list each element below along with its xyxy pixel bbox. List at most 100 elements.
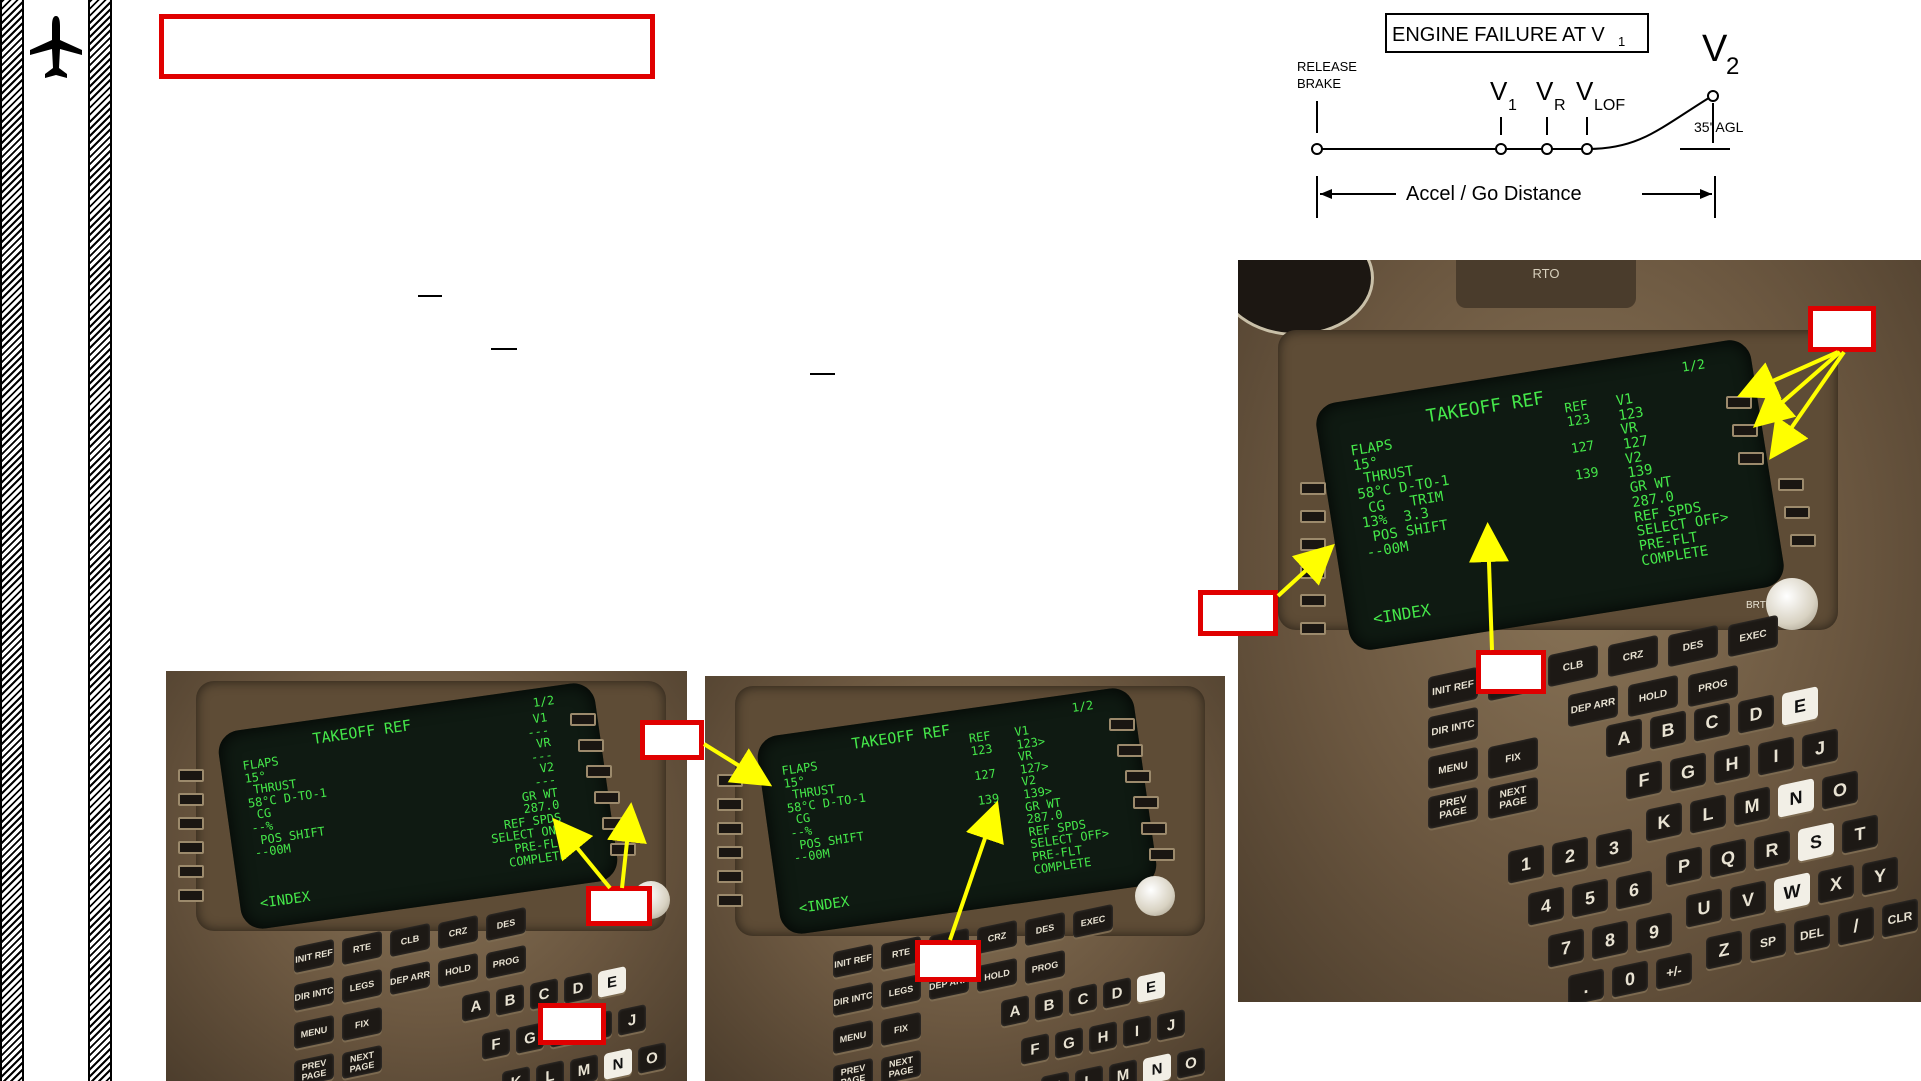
key-a[interactable]: A — [1606, 718, 1642, 758]
key-n[interactable]: N — [604, 1048, 632, 1080]
key-h[interactable]: H — [1714, 744, 1750, 784]
key-next-page[interactable]: NEXT PAGE — [1488, 776, 1538, 820]
key-prev-page[interactable]: PREV PAGE — [294, 1052, 334, 1081]
key-des[interactable]: DES — [1668, 624, 1718, 668]
key-n[interactable]: N — [1778, 778, 1814, 818]
line-select-key-r5[interactable] — [602, 817, 628, 830]
line-select-key-l2[interactable] — [178, 793, 204, 806]
key-v[interactable]: V — [1730, 880, 1766, 920]
line-select-key-r2[interactable] — [1732, 424, 1758, 437]
key-s[interactable]: S — [1798, 822, 1834, 862]
brightness-knob[interactable] — [1135, 876, 1175, 916]
key-d[interactable]: D — [1103, 977, 1131, 1009]
line-select-key-l4[interactable] — [1300, 566, 1326, 579]
key-o[interactable]: O — [1177, 1047, 1205, 1079]
line-select-key-l1[interactable] — [178, 769, 204, 782]
key-dir-intc[interactable]: DIR INTC — [833, 981, 873, 1017]
key-m[interactable]: M — [570, 1054, 598, 1081]
key-f[interactable]: F — [1021, 1033, 1049, 1065]
key-prev-page[interactable]: PREV PAGE — [833, 1057, 873, 1081]
line-select-key-r3[interactable] — [1738, 452, 1764, 465]
key-u[interactable]: U — [1686, 888, 1722, 928]
key-h[interactable]: H — [1089, 1021, 1117, 1053]
key-y[interactable]: Y — [1862, 856, 1898, 896]
key-9[interactable]: 9 — [1636, 912, 1672, 952]
key-7[interactable]: 7 — [1548, 928, 1584, 968]
key-x[interactable]: X — [1818, 864, 1854, 904]
key-0[interactable]: 0 — [1612, 960, 1648, 998]
key-crz[interactable]: CRZ — [1608, 634, 1658, 678]
key-c[interactable]: C — [1069, 983, 1097, 1015]
key-6[interactable]: 6 — [1616, 870, 1652, 910]
line-select-key-r1[interactable] — [570, 713, 596, 726]
key-prev-page[interactable]: PREV PAGE — [1428, 786, 1478, 830]
line-select-key-r6[interactable] — [610, 843, 636, 856]
key-e[interactable]: E — [598, 966, 626, 998]
key-1[interactable]: 1 — [1508, 844, 1544, 884]
key-q[interactable]: Q — [1710, 838, 1746, 878]
key-fix[interactable]: FIX — [881, 1011, 921, 1047]
key-slash[interactable]: / — [1838, 906, 1874, 946]
key-j[interactable]: J — [1157, 1009, 1185, 1041]
key-dir-intc[interactable]: DIR INTC — [1428, 706, 1478, 750]
line-select-key-l6[interactable] — [717, 894, 743, 907]
key-k[interactable]: K — [1646, 802, 1682, 842]
line-select-key-l4[interactable] — [178, 841, 204, 854]
line-select-key-l4[interactable] — [717, 846, 743, 859]
line-select-key-l6[interactable] — [178, 889, 204, 902]
line-select-key-r4[interactable] — [1133, 796, 1159, 809]
key-l[interactable]: L — [1075, 1065, 1103, 1081]
key-next-page[interactable]: NEXT PAGE — [342, 1044, 382, 1080]
key-b[interactable]: B — [1650, 710, 1686, 750]
key-b[interactable]: B — [1035, 989, 1063, 1021]
key-fix[interactable]: FIX — [1488, 736, 1538, 780]
key-k[interactable]: K — [502, 1066, 530, 1081]
cdu-index-prompt[interactable]: <INDEX — [798, 894, 850, 917]
key-prog[interactable]: PROG — [1025, 949, 1065, 985]
key-hold[interactable]: HOLD — [438, 952, 478, 988]
key-menu[interactable]: MENU — [833, 1019, 873, 1055]
line-select-key-l1[interactable] — [717, 774, 743, 787]
key-rte[interactable]: RTE — [342, 930, 382, 966]
line-select-key-r1[interactable] — [1726, 396, 1752, 409]
key-r[interactable]: R — [1754, 830, 1790, 870]
key-prog[interactable]: PROG — [486, 944, 526, 980]
key-m[interactable]: M — [1109, 1059, 1137, 1081]
key-3[interactable]: 3 — [1596, 828, 1632, 868]
key-5[interactable]: 5 — [1572, 878, 1608, 918]
line-select-key-r1[interactable] — [1109, 718, 1135, 731]
key-n[interactable]: N — [1143, 1053, 1171, 1081]
key-legs[interactable]: LEGS — [342, 968, 382, 1004]
key-e[interactable]: E — [1782, 686, 1818, 726]
line-select-key-l5[interactable] — [178, 865, 204, 878]
key-d[interactable]: D — [1738, 694, 1774, 734]
cdu-index-prompt[interactable]: <INDEX — [1372, 600, 1432, 628]
key-f[interactable]: F — [482, 1028, 510, 1060]
key-init-ref[interactable]: INIT REF — [1428, 666, 1478, 710]
line-select-key-l3[interactable] — [717, 822, 743, 835]
key-4[interactable]: 4 — [1528, 886, 1564, 926]
line-select-key-r6[interactable] — [1790, 534, 1816, 547]
key-dep-arr[interactable]: DEP ARR — [390, 960, 430, 996]
key-menu[interactable]: MENU — [1428, 746, 1478, 790]
key-hold[interactable]: HOLD — [1628, 674, 1678, 718]
key-a[interactable]: A — [462, 990, 490, 1022]
key-init-ref[interactable]: INIT REF — [294, 938, 334, 974]
key-z[interactable]: Z — [1706, 930, 1742, 970]
key-dir-intc[interactable]: DIR INTC — [294, 976, 334, 1012]
line-select-key-r5[interactable] — [1141, 822, 1167, 835]
line-select-key-l6[interactable] — [1300, 622, 1326, 635]
key-o[interactable]: O — [1822, 770, 1858, 810]
key-c[interactable]: C — [1694, 702, 1730, 742]
key-hold[interactable]: HOLD — [977, 957, 1017, 993]
key-init-ref[interactable]: INIT REF — [833, 943, 873, 979]
key-j[interactable]: J — [618, 1004, 646, 1036]
key-prog[interactable]: PROG — [1688, 664, 1738, 708]
key-w[interactable]: W — [1774, 872, 1810, 912]
key-clb[interactable]: CLB — [1548, 644, 1598, 688]
key-b[interactable]: B — [496, 984, 524, 1016]
key-dep-arr[interactable]: DEP ARR — [1568, 684, 1618, 728]
line-select-key-r2[interactable] — [578, 739, 604, 752]
key-d[interactable]: D — [564, 972, 592, 1004]
key-e[interactable]: E — [1137, 971, 1165, 1003]
